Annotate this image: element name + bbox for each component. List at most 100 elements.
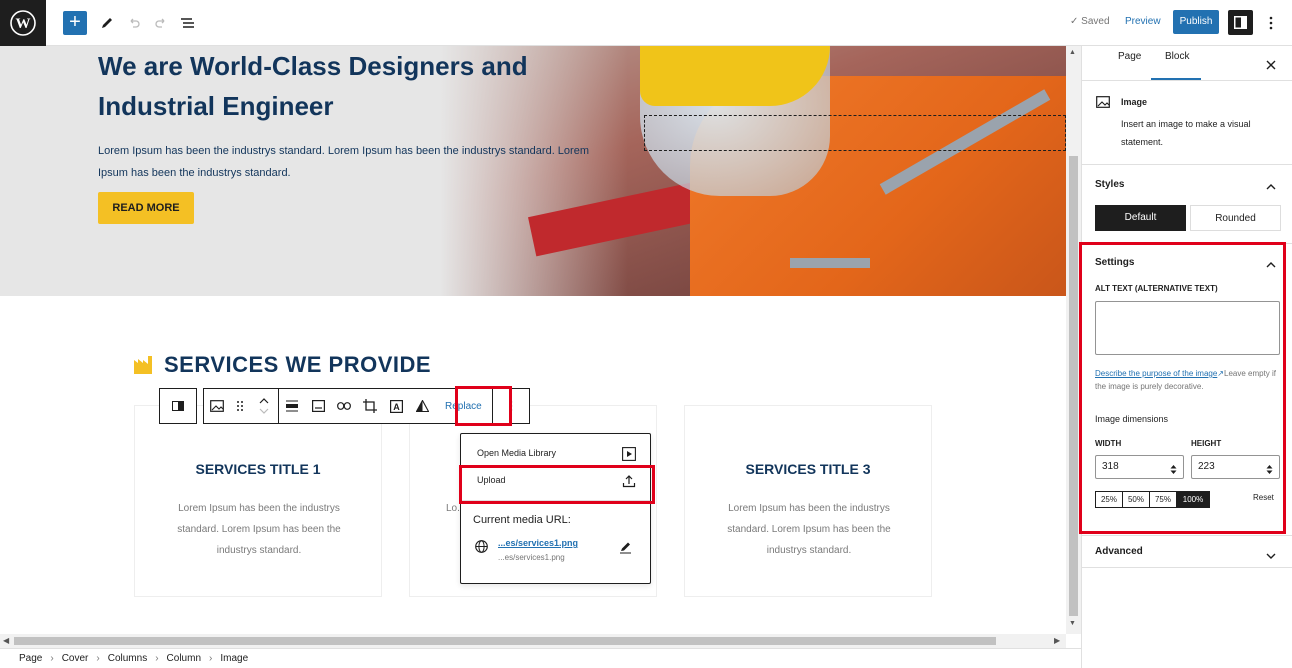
factory-icon <box>134 356 152 374</box>
chevron-right-icon: › <box>50 653 54 664</box>
hero-cover-block[interactable]: We are World-Class Designers and Industr… <box>0 46 1066 296</box>
settings-panel-title[interactable]: Settings <box>1095 257 1134 268</box>
service-card-3[interactable]: SERVICES TITLE 3 Lorem Ipsum has been th… <box>684 405 932 597</box>
width-label: WIDTH <box>1095 439 1122 448</box>
edit-url-icon[interactable] <box>619 541 632 559</box>
column-parent-icon[interactable] <box>160 389 196 423</box>
breadcrumb-item[interactable]: Page <box>19 653 42 664</box>
selected-block-outline <box>644 115 1066 151</box>
publish-button[interactable]: Publish <box>1173 10 1219 34</box>
breadcrumb-item[interactable]: Column <box>167 653 201 664</box>
current-media-url-link[interactable]: ...es/services1.png <box>498 538 578 548</box>
scroll-down-arrow-icon[interactable]: ▼ <box>1069 620 1076 627</box>
tab-page[interactable]: Page <box>1118 46 1141 80</box>
drag-handle-icon[interactable] <box>230 389 250 423</box>
current-media-url-path: ...es/services1.png <box>498 553 565 562</box>
menu-divider <box>461 500 650 501</box>
breadcrumb-item[interactable]: Columns <box>108 653 147 664</box>
divider <box>1082 164 1292 165</box>
cut-off-heading: ..... <box>470 624 496 634</box>
breadcrumb-item[interactable]: Image <box>220 653 248 664</box>
spinner-icon[interactable] <box>1266 462 1273 484</box>
more-options-icon[interactable] <box>493 389 529 423</box>
divider <box>1082 535 1292 536</box>
service-card-title: SERVICES TITLE 1 <box>195 461 321 477</box>
parent-select-group <box>159 388 197 424</box>
external-link-icon: ↗ <box>1217 369 1224 378</box>
globe-icon <box>475 540 488 558</box>
alt-text-label: ALT TEXT (ALTERNATIVE TEXT) <box>1095 284 1218 293</box>
advanced-panel-title[interactable]: Advanced <box>1095 546 1143 557</box>
service-card-1[interactable]: SERVICES TITLE 1 Lorem Ipsum has been th… <box>134 405 382 597</box>
current-media-url-label: Current media URL: <box>473 514 571 526</box>
editor-top-bar: W + ✓ Saved Preview Publish <box>0 0 1292 46</box>
styles-panel-title[interactable]: Styles <box>1095 179 1124 190</box>
saved-label: Saved <box>1081 16 1110 27</box>
chevron-up-icon[interactable] <box>1266 256 1276 274</box>
caption-icon[interactable] <box>305 389 331 423</box>
percent-100-button[interactable]: 100% <box>1177 492 1209 507</box>
sidebar-toggle-icon <box>1234 16 1247 29</box>
alt-text-field[interactable] <box>1095 301 1280 355</box>
service-card-title: SERVICES TITLE 3 <box>745 461 871 477</box>
image-dimensions-title: Image dimensions <box>1095 414 1169 424</box>
chevron-right-icon: › <box>155 653 159 664</box>
hero-title: We are World-Class Designers and Industr… <box>98 51 528 121</box>
chevron-up-icon[interactable] <box>1266 178 1276 196</box>
chevron-right-icon: › <box>209 653 213 664</box>
wordpress-logo-icon[interactable]: W <box>0 0 46 46</box>
scroll-up-arrow-icon[interactable]: ▲ <box>1069 49 1076 56</box>
height-input[interactable]: 223 <box>1191 455 1280 479</box>
pencil-icon[interactable] <box>96 12 118 34</box>
link-icon[interactable] <box>331 389 357 423</box>
text-overlay-icon[interactable]: A <box>383 389 409 423</box>
vertical-scroll-thumb[interactable] <box>1069 156 1078 616</box>
svg-text:W: W <box>16 16 31 32</box>
read-more-button[interactable]: READ MORE <box>98 192 194 224</box>
editor-canvas: We are World-Class Designers and Industr… <box>0 46 1066 634</box>
preview-button[interactable]: Preview <box>1125 16 1161 27</box>
horizontal-scroll-thumb[interactable] <box>14 637 996 645</box>
chevron-down-icon[interactable] <box>1266 547 1276 565</box>
chevron-right-icon: › <box>96 653 100 664</box>
horizontal-scrollbar[interactable]: ◀ ▶ <box>0 634 1066 648</box>
undo-icon[interactable] <box>123 12 145 34</box>
scroll-right-arrow-icon[interactable]: ▶ <box>1054 636 1060 645</box>
percent-75-button[interactable]: 75% <box>1150 492 1177 507</box>
width-value: 318 <box>1102 461 1119 472</box>
more-options-group <box>491 388 530 424</box>
style-rounded-button[interactable]: Rounded <box>1190 205 1281 231</box>
duotone-icon[interactable] <box>409 389 435 423</box>
percent-50-button[interactable]: 50% <box>1123 492 1150 507</box>
add-block-button[interactable]: + <box>63 11 87 35</box>
divider <box>1082 567 1292 568</box>
hero-text: Lorem Ipsum has been the industrys stand… <box>98 145 589 179</box>
width-input[interactable]: 318 <box>1095 455 1184 479</box>
block-tools-group: A Replace <box>278 388 493 424</box>
align-icon[interactable] <box>279 389 305 423</box>
percent-25-button[interactable]: 25% <box>1096 492 1123 507</box>
svg-text:A: A <box>393 402 400 412</box>
reset-button[interactable]: Reset <box>1253 493 1274 502</box>
scroll-left-arrow-icon[interactable]: ◀ <box>3 636 9 645</box>
replace-button[interactable]: Replace <box>435 389 492 423</box>
open-media-library-label: Open Media Library <box>477 448 557 458</box>
breadcrumb-item[interactable]: Cover <box>62 653 89 664</box>
spinner-icon[interactable] <box>1170 462 1177 484</box>
percent-button-group: 25% 50% 75% 100% <box>1095 491 1210 508</box>
list-view-icon[interactable] <box>177 12 199 34</box>
tab-block[interactable]: Block <box>1165 46 1189 80</box>
close-icon[interactable] <box>1266 57 1276 75</box>
image-block-icon[interactable] <box>204 389 230 423</box>
upload-item[interactable]: Upload <box>461 467 650 493</box>
style-default-button[interactable]: Default <box>1095 205 1186 231</box>
settings-sidebar: Page Block Image Insert an image to make… <box>1081 46 1292 668</box>
kebab-icon[interactable] <box>1262 10 1280 35</box>
move-up-down-icon[interactable] <box>250 389 278 423</box>
settings-toggle-button[interactable] <box>1228 10 1253 35</box>
redo-icon[interactable] <box>150 12 172 34</box>
crop-icon[interactable] <box>357 389 383 423</box>
alt-help-link[interactable]: Describe the purpose of the image <box>1095 369 1217 378</box>
open-media-library-item[interactable]: Open Media Library <box>461 440 650 466</box>
vertical-scrollbar[interactable]: ▲ ▼ <box>1066 46 1081 634</box>
